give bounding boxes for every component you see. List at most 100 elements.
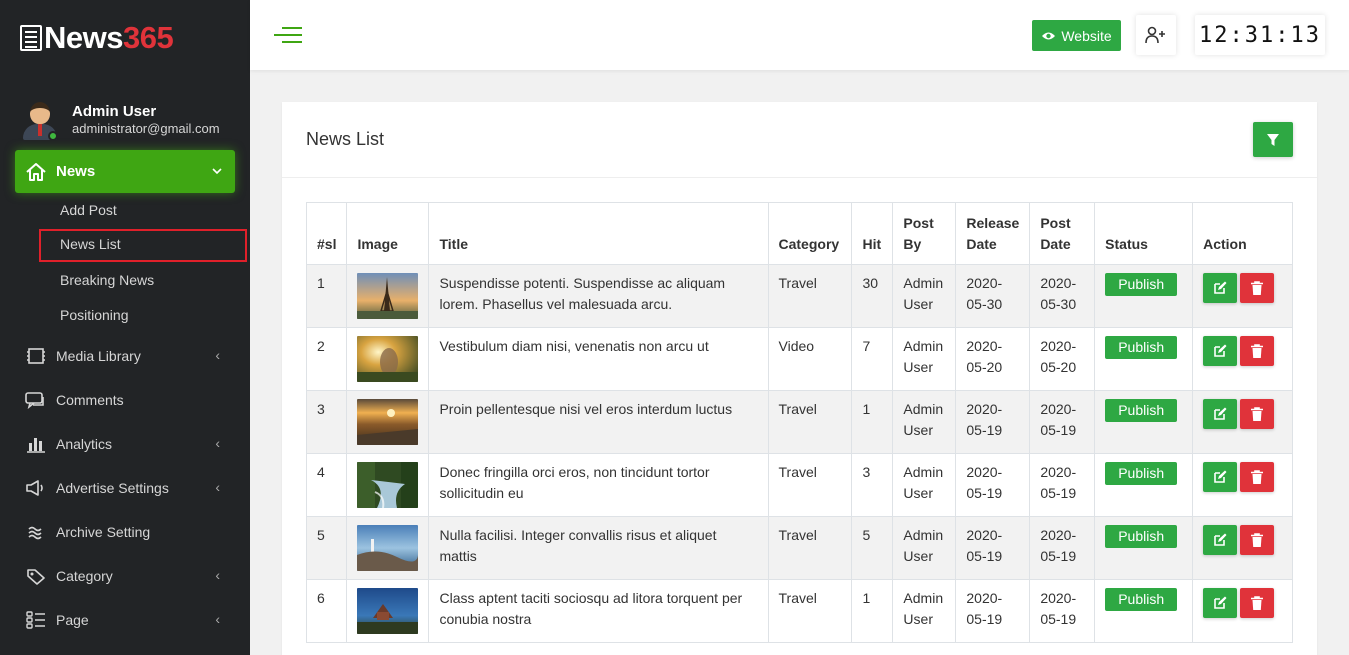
sidebar-item-positioning[interactable]: Positioning (0, 298, 250, 333)
sidebar-item-advertise-settings[interactable]: Advertise Settings ‹ (0, 466, 250, 510)
status-badge[interactable]: Publish (1105, 399, 1178, 422)
sidebar-item-breaking-news[interactable]: Breaking News (0, 263, 250, 298)
delete-button[interactable] (1240, 399, 1275, 429)
cell-title[interactable]: Nulla facilisi. Integer convallis risus … (428, 516, 769, 580)
edit-button[interactable] (1203, 399, 1238, 429)
eye-icon (1042, 32, 1056, 39)
status-badge[interactable]: Publish (1105, 588, 1178, 611)
website-button[interactable]: Website (1032, 20, 1121, 51)
cell-title[interactable]: Proin pellentesque nisi vel eros interdu… (428, 390, 769, 454)
column-header-action[interactable]: Action (1192, 202, 1293, 265)
cell-title[interactable]: Donec fringilla orci eros, non tincidunt… (428, 453, 769, 517)
table-row: 2 Vestibulum diam nisi, venenatis non ar… (305, 327, 1293, 391)
edit-icon (1214, 533, 1227, 546)
cell-image (346, 264, 430, 328)
edit-icon (1214, 281, 1227, 294)
filter-button[interactable] (1253, 122, 1293, 157)
table-row: 3 Proin pellentesque nisi vel eros inter… (305, 390, 1293, 454)
newspaper-icon (20, 24, 42, 51)
cell-post-date: 2020-05-19 (1029, 516, 1096, 580)
column-header-post-date[interactable]: Post Date (1029, 202, 1096, 265)
cell-hit: 3 (851, 453, 894, 517)
sidebar-item-label: Media Library (56, 348, 141, 364)
sidebar-item-label: Page (56, 612, 89, 628)
cell-category: Travel (767, 453, 853, 517)
filter-icon (1267, 133, 1279, 146)
news-table: #sl Image Title Category Hit Post By Rel… (305, 202, 1293, 643)
sidebar-item-label: Advertise Settings (56, 480, 169, 496)
chevron-down-icon (212, 168, 222, 175)
news-thumbnail[interactable] (357, 273, 419, 319)
cell-image (346, 390, 430, 454)
news-thumbnail[interactable] (357, 525, 419, 571)
delete-button[interactable] (1240, 462, 1275, 492)
cell-title[interactable]: Suspendisse potenti. Suspendisse ac aliq… (428, 264, 769, 328)
table-header-row: #sl Image Title Category Hit Post By Rel… (305, 202, 1293, 265)
sidebar-item-analytics[interactable]: Analytics ‹ (0, 422, 250, 466)
table-row: 6 Class aptent taciti sociosqu ad litora… (305, 579, 1293, 643)
brand-logo[interactable]: News365 (0, 0, 250, 75)
website-label: Website (1061, 27, 1112, 44)
edit-button[interactable] (1203, 525, 1238, 555)
sidebar-item-comments[interactable]: Comments (0, 378, 250, 422)
edit-button[interactable] (1203, 336, 1238, 366)
edit-button[interactable] (1203, 588, 1238, 618)
cell-image (346, 453, 430, 517)
cell-category: Travel (767, 516, 853, 580)
news-thumbnail[interactable] (357, 588, 419, 634)
page-icon (26, 611, 45, 629)
cell-post-date: 2020-05-30 (1029, 264, 1096, 328)
sidebar-item-page[interactable]: Page ‹ (0, 598, 250, 642)
sidebar-item-add-post[interactable]: Add Post (0, 193, 250, 228)
news-list-card: News List #sl Image Title Category Hit P… (282, 102, 1317, 655)
cell-action (1192, 390, 1293, 454)
column-header-post-by[interactable]: Post By (892, 202, 957, 265)
cell-post-by: Admin User (892, 264, 957, 328)
card-header: News List (282, 102, 1317, 178)
news-thumbnail[interactable] (357, 336, 419, 382)
menu-toggle-icon[interactable] (274, 27, 302, 45)
sidebar-item-archive-setting[interactable]: Archive Setting (0, 510, 250, 554)
status-badge[interactable]: Publish (1105, 525, 1178, 548)
cell-release-date: 2020-05-19 (955, 453, 1031, 517)
status-badge[interactable]: Publish (1105, 462, 1178, 485)
column-header-sl[interactable]: #sl (305, 202, 348, 265)
cell-status: Publish (1094, 579, 1194, 643)
sidebar-item-news[interactable]: News (15, 150, 235, 193)
edit-button[interactable] (1203, 273, 1238, 303)
sidebar-item-label: Analytics (56, 436, 113, 452)
cell-hit: 30 (851, 264, 894, 328)
cell-post-by: Admin User (892, 516, 957, 580)
sidebar-item-media-library[interactable]: Media Library ‹ (0, 334, 250, 378)
delete-button[interactable] (1240, 525, 1275, 555)
add-user-button[interactable] (1136, 15, 1176, 55)
cell-sl: 2 (305, 327, 348, 391)
cell-category: Travel (767, 579, 853, 643)
cell-title[interactable]: Class aptent taciti sociosqu ad litora t… (428, 579, 769, 643)
delete-button[interactable] (1240, 588, 1275, 618)
page-title: News List (306, 129, 385, 149)
status-badge[interactable]: Publish (1105, 336, 1178, 359)
delete-button[interactable] (1240, 336, 1275, 366)
column-header-status[interactable]: Status (1094, 202, 1194, 265)
user-profile[interactable]: Admin User administrator@gmail.com (0, 75, 250, 150)
trash-icon (1251, 533, 1264, 547)
column-header-image[interactable]: Image (346, 202, 430, 265)
cell-status: Publish (1094, 516, 1194, 580)
column-header-title[interactable]: Title (428, 202, 769, 265)
delete-button[interactable] (1240, 273, 1275, 303)
column-header-category[interactable]: Category (767, 202, 853, 265)
chevron-left-icon: ‹ (215, 479, 220, 495)
edit-button[interactable] (1203, 462, 1238, 492)
sidebar-item-category[interactable]: Category ‹ (0, 554, 250, 598)
status-badge[interactable]: Publish (1105, 273, 1178, 296)
column-header-hit[interactable]: Hit (851, 202, 894, 265)
sidebar: News365 Admin User administrator@gmail.c… (0, 0, 250, 655)
news-thumbnail[interactable] (357, 462, 419, 508)
cell-hit: 7 (851, 327, 894, 391)
cell-title[interactable]: Vestibulum diam nisi, venenatis non arcu… (428, 327, 769, 391)
news-thumbnail[interactable] (357, 399, 419, 445)
column-header-release-date[interactable]: Release Date (955, 202, 1031, 265)
sidebar-item-news-list[interactable]: News List (39, 229, 247, 262)
news-submenu: Add Post News List Breaking News Positio… (0, 193, 250, 333)
